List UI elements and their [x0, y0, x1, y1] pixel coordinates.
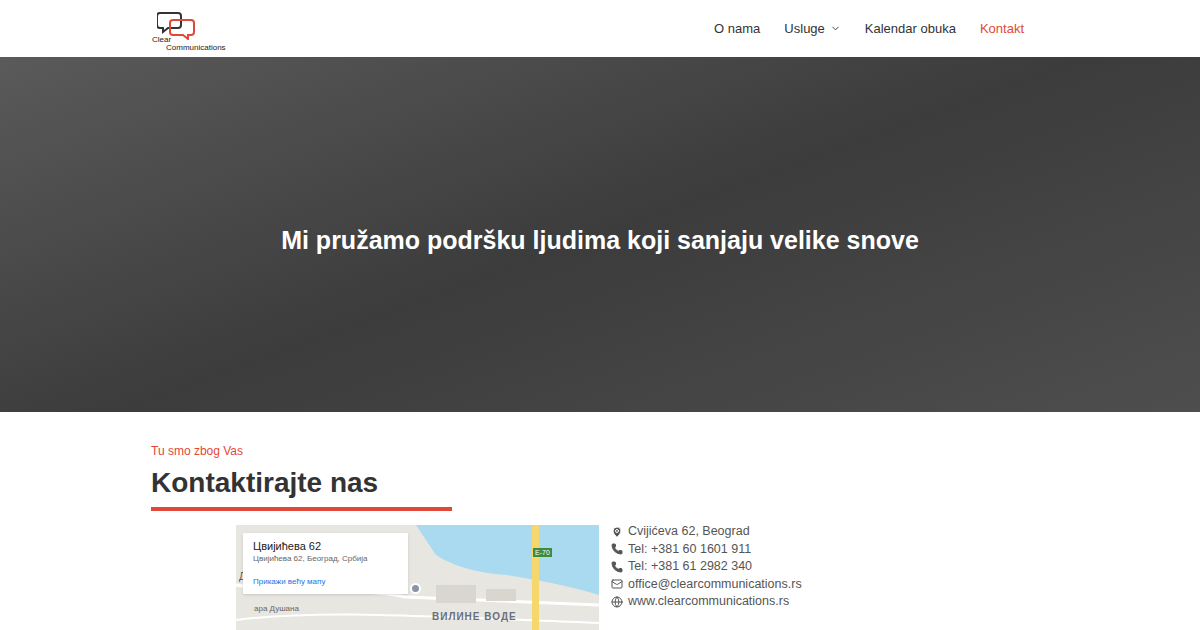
envelope-icon: [611, 578, 623, 590]
eyebrow: Tu smo zbog Vas: [151, 443, 1200, 459]
logo-line: Communications: [152, 44, 226, 52]
hero: Mi pružamo podršku ljudima koji sanjaju …: [0, 57, 1200, 412]
map-card: Цвијићева 62Цвијићева 62, Београд, Србиј…: [243, 533, 408, 594]
contact-title: Kontaktirajte nas: [151, 465, 1200, 501]
contact-list: Cvijićeva 62, BeogradTel: +381 60 1601 9…: [611, 523, 802, 630]
phone-icon: [611, 543, 623, 555]
page: ClearCommunications O nama Usluge Kalendar …: [0, 0, 1200, 630]
map-pin-icon: [611, 526, 623, 538]
header: ClearCommunications O nama Usluge Kalendar …: [0, 0, 1200, 57]
contact-item[interactable]: www.clearcommunications.rs: [611, 593, 802, 611]
map-link[interactable]: Прикажи већу мапу: [253, 576, 398, 588]
chevron-down-icon: [830, 23, 841, 34]
map-label: ВИЛИНЕ ВОДЕ: [432, 609, 517, 624]
logo[interactable]: ClearCommunications: [152, 4, 242, 54]
nav-item[interactable]: Usluge: [784, 19, 840, 39]
road-shield: E-70: [533, 548, 552, 557]
map-pin[interactable]: [410, 583, 421, 594]
nav-item[interactable]: Kalendar obuka: [865, 19, 956, 39]
nav-item[interactable]: O nama: [714, 19, 760, 39]
globe-icon: [611, 596, 623, 608]
title-underline: [151, 507, 452, 511]
map[interactable]: E-70ВИЛИНЕ ВОДЕДара ДушанаЦвијићева 62Цв…: [236, 525, 599, 630]
map-label: ара Душана: [254, 603, 299, 615]
map-place: Цвијићева 62: [253, 539, 398, 553]
hero-title: Mi pružamo podršku ljudima koji sanjaju …: [265, 222, 935, 260]
map-address: Цвијићева 62, Београд, Србија: [253, 553, 398, 565]
contact-item[interactable]: Tel: +381 60 1601 911: [611, 541, 802, 559]
nav-item[interactable]: Kontakt: [980, 19, 1024, 39]
main-nav: O nama Usluge Kalendar obuka Kontakt: [714, 19, 1024, 39]
contact-item[interactable]: Tel: +381 61 2982 340: [611, 558, 802, 576]
contact-section: Tu smo zbog Vas Kontaktirajte nas E-70 ВИЛИ…: [0, 412, 1200, 630]
logo-line: Clear: [152, 36, 226, 44]
contact-item: Cvijićeva 62, Beograd: [611, 523, 802, 541]
phone-icon: [611, 561, 623, 573]
contact-item[interactable]: office@clearcommunications.rs: [611, 576, 802, 594]
